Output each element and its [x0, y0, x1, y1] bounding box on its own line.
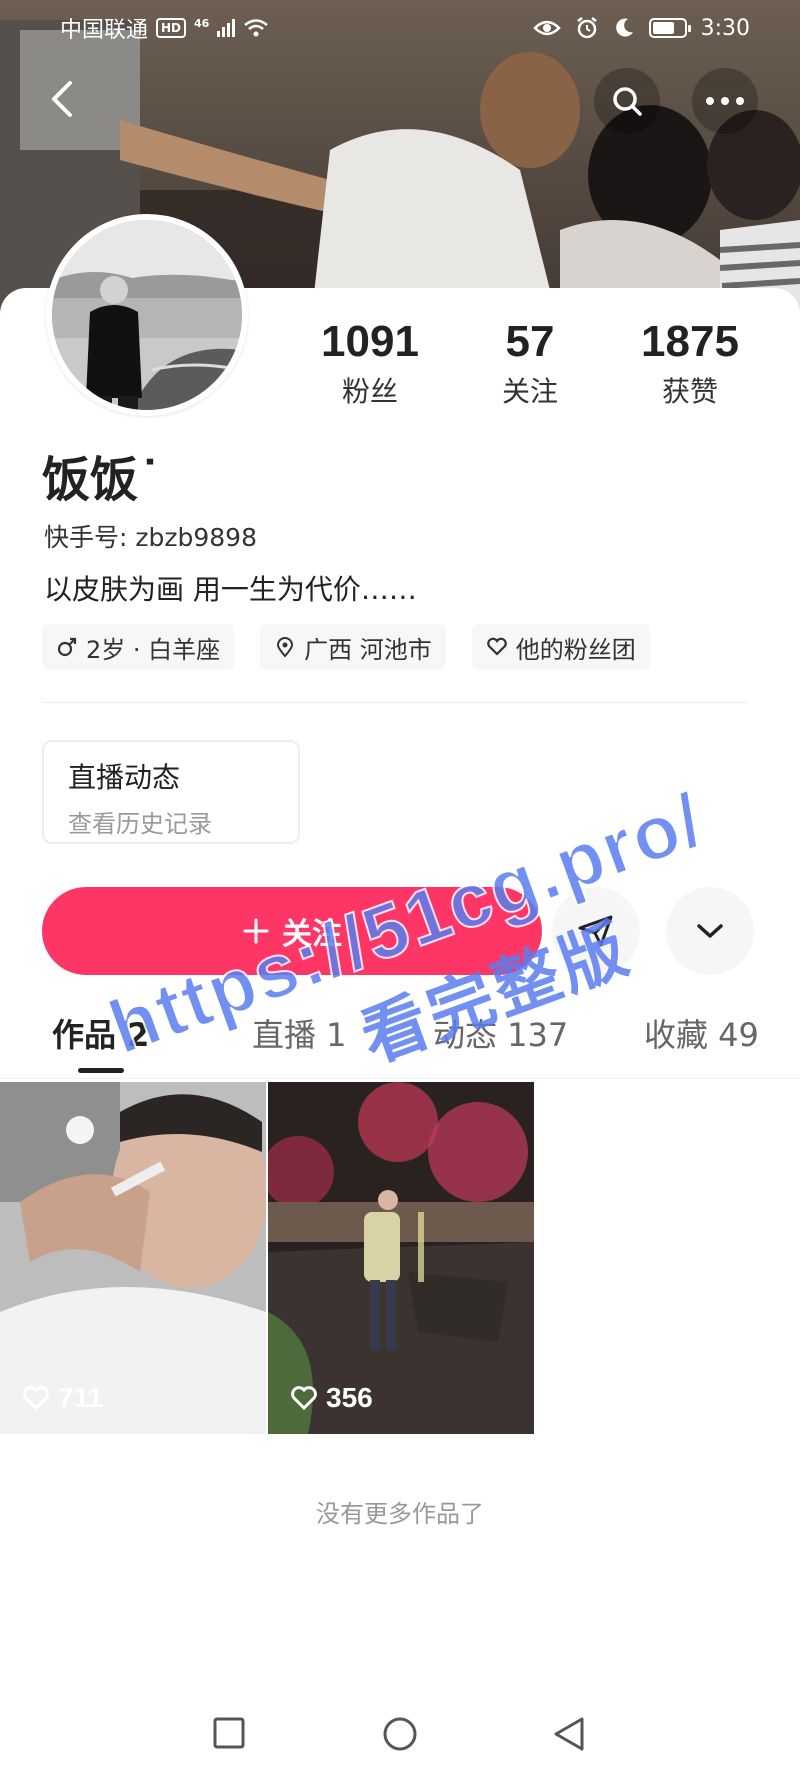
plus-icon — [243, 918, 269, 944]
active-tab-indicator — [78, 1068, 124, 1073]
stat-fans[interactable]: 1091 粉丝 — [290, 318, 450, 410]
divider — [0, 1078, 800, 1079]
back-nav-button[interactable] — [552, 1716, 586, 1756]
home-button[interactable] — [382, 1716, 418, 1756]
heart-icon — [23, 1386, 49, 1411]
tag-fan-club[interactable]: 他的粉丝团 — [471, 624, 650, 670]
works-grid: 711 356 — [0, 1082, 800, 1434]
stat-label: 获赞 — [661, 375, 718, 408]
work-likes: 356 — [290, 1382, 373, 1414]
signal-icon — [217, 19, 236, 37]
tab-moments[interactable]: 动态 137 — [433, 1010, 568, 1056]
profile-bio: 以皮肤为画 用一生为代价…… — [44, 573, 417, 606]
live-history-card[interactable]: 直播动态 查看历史记录 — [42, 740, 300, 844]
wifi-icon — [244, 19, 269, 37]
hd-badge: HD — [156, 18, 187, 38]
profile-stats: 1091 粉丝 57 关注 1875 获赞 — [290, 318, 770, 410]
battery-icon — [648, 18, 691, 38]
stat-label: 粉丝 — [341, 375, 398, 408]
heart-icon — [291, 1386, 317, 1411]
profile-tags: 2岁 · 白羊座 广西 河池市 他的粉丝团 — [42, 624, 650, 670]
live-history-title: 直播动态 — [68, 761, 181, 794]
work-thumbnail[interactable]: 711 — [0, 1082, 266, 1434]
carrier-name: 中国联通 — [60, 18, 149, 43]
system-navigation-bar — [0, 1700, 800, 1778]
triangle-back-icon — [554, 1717, 584, 1751]
avatar-image — [52, 220, 242, 410]
stat-label: 关注 — [501, 375, 558, 408]
search-icon — [613, 87, 642, 116]
profile-name: 饭饭˙ — [42, 452, 163, 508]
send-icon — [578, 915, 613, 947]
live-history-subtitle: 查看历史记录 — [68, 810, 212, 838]
circle-icon — [383, 1717, 417, 1751]
tab-works[interactable]: 作品 2 — [52, 1010, 149, 1056]
tag-text: 广西 河池市 — [304, 635, 432, 664]
content-tabs: 作品 2 直播 1 动态 137 收藏 49 — [0, 1010, 800, 1074]
tag-text: 他的粉丝团 — [515, 635, 636, 664]
follow-button[interactable]: 关注 — [42, 887, 542, 975]
more-dots-icon — [706, 97, 744, 105]
recent-apps-button[interactable] — [212, 1716, 246, 1754]
male-icon — [57, 637, 77, 657]
network-type: 46 — [194, 16, 210, 30]
clock: 3:30 — [700, 15, 750, 41]
avatar[interactable] — [46, 214, 248, 416]
back-button[interactable] — [30, 66, 96, 132]
share-button[interactable] — [552, 887, 640, 975]
stat-following[interactable]: 57 关注 — [450, 318, 610, 410]
no-more-works: 没有更多作品了 — [316, 1500, 484, 1528]
kuaishou-id: 快手号: zbzb9898 — [44, 523, 257, 552]
tab-favorites[interactable]: 收藏 49 — [644, 1010, 759, 1056]
stat-likes[interactable]: 1875 获赞 — [610, 318, 770, 410]
divider — [42, 702, 748, 703]
eye-icon — [532, 20, 561, 36]
stat-value: 1875 — [641, 317, 739, 366]
chevron-left-icon — [52, 81, 72, 117]
tab-live[interactable]: 直播 1 — [252, 1010, 347, 1056]
chevron-down-icon — [697, 924, 723, 938]
likes-count: 711 — [58, 1382, 104, 1413]
stat-value: 57 — [505, 317, 555, 366]
location-pin-icon — [277, 637, 294, 658]
work-thumbnail[interactable]: 356 — [268, 1082, 534, 1434]
work-likes: 711 — [22, 1382, 103, 1414]
stat-value: 1091 — [321, 317, 419, 366]
alarm-icon — [576, 17, 597, 39]
tag-location: 广西 河池市 — [260, 624, 446, 670]
status-bar: 中国联通 HD 46 3:30 — [0, 0, 800, 56]
more-actions-button[interactable] — [666, 887, 754, 975]
search-button[interactable] — [594, 68, 660, 134]
heart-icon — [487, 637, 507, 656]
likes-count: 356 — [326, 1382, 373, 1413]
follow-label: 关注 — [282, 917, 342, 952]
square-icon — [213, 1717, 245, 1749]
tag-text: 2岁 · 白羊座 — [86, 635, 221, 664]
tag-age-zodiac: 2岁 · 白羊座 — [42, 624, 235, 670]
more-button[interactable] — [692, 68, 758, 134]
do-not-disturb-moon-icon — [615, 18, 633, 37]
